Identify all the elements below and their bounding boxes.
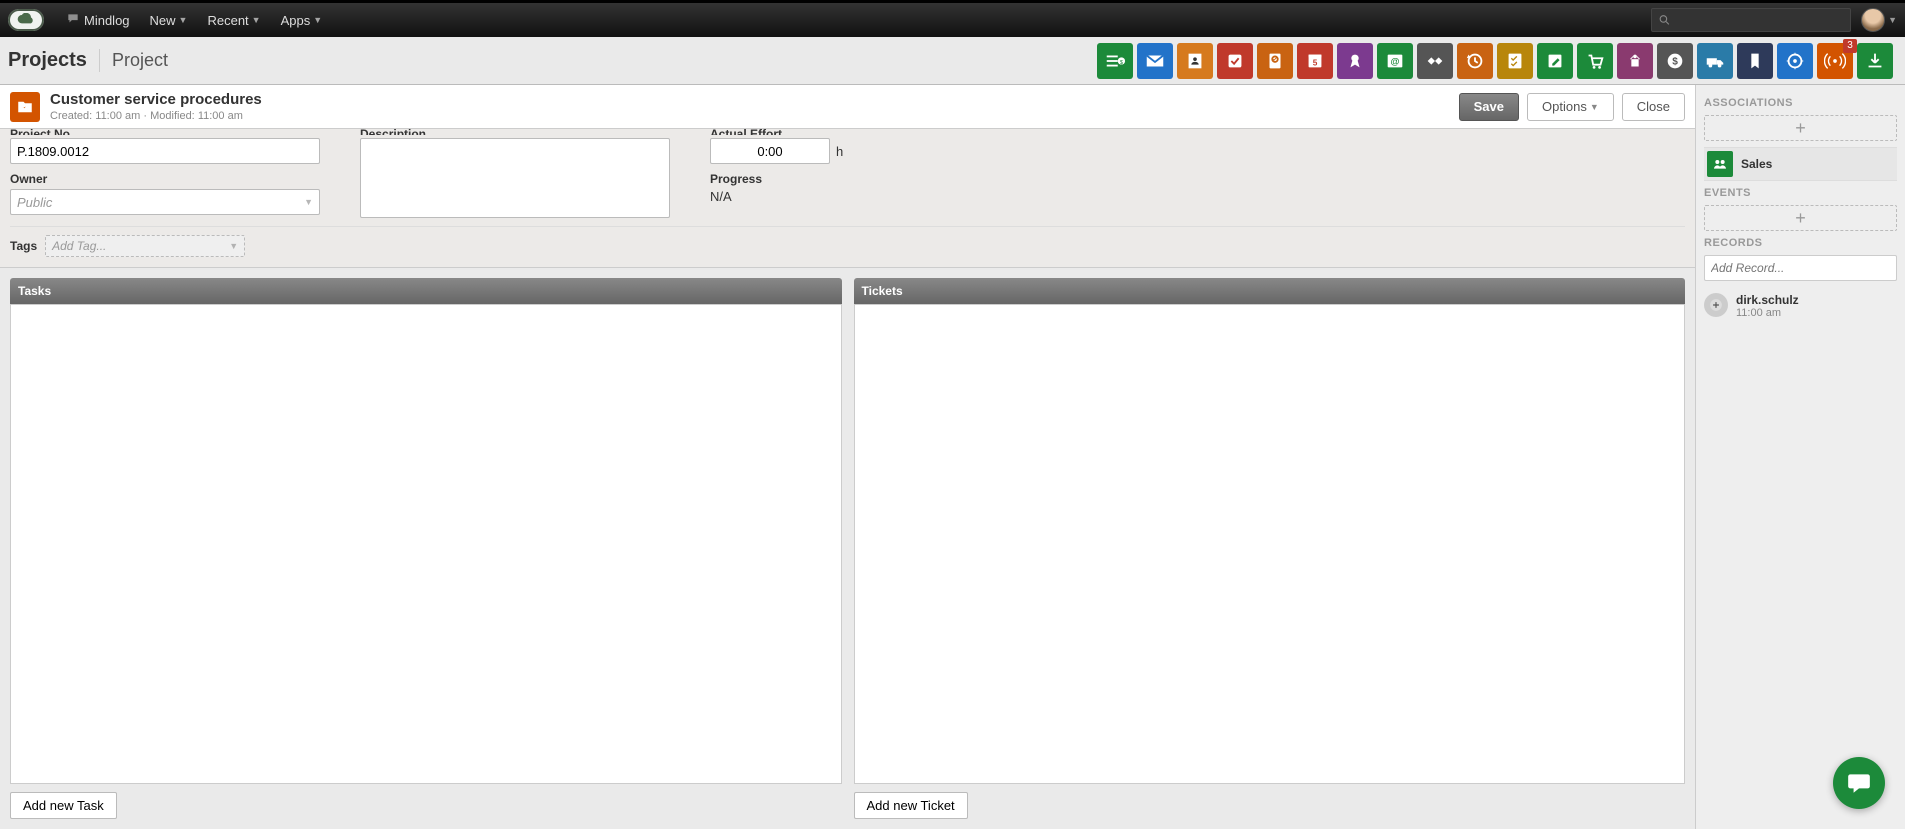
calendar-5-icon[interactable]: 5 [1297, 43, 1333, 79]
nav-mindlog-label: Mindlog [84, 13, 130, 28]
actual-effort-input[interactable] [710, 138, 830, 164]
project-no-input[interactable] [10, 138, 320, 164]
project-icon [10, 92, 40, 122]
associations-title: ASSOCIATIONS [1704, 97, 1897, 109]
description-input[interactable] [360, 138, 670, 218]
close-button[interactable]: Close [1622, 93, 1685, 121]
events-add[interactable]: + [1704, 205, 1897, 231]
nav-mindlog[interactable]: Mindlog [56, 2, 140, 39]
truck-icon[interactable] [1697, 43, 1733, 79]
progress-label: Progress [710, 172, 970, 186]
nav-new-label: New [150, 13, 176, 28]
breadcrumb-root[interactable]: Projects [8, 49, 100, 72]
breadcrumb-current: Project [100, 50, 168, 71]
chevron-down-icon: ▼ [304, 197, 313, 207]
svg-text:5: 5 [1313, 58, 1318, 67]
handshake-icon[interactable] [1417, 43, 1453, 79]
project-no-label: Project No. [10, 127, 320, 135]
actual-effort-label: Actual Effort [710, 127, 970, 135]
chevron-down-icon: ▼ [313, 15, 322, 25]
options-button[interactable]: Options ▼ [1527, 93, 1614, 121]
add-task-button[interactable]: Add new Task [10, 792, 117, 819]
chevron-down-icon: ▼ [1888, 15, 1897, 25]
recycle-icon[interactable] [1777, 43, 1813, 79]
tasks-panel: Tasks Add new Task [10, 278, 842, 819]
owner-label: Owner [10, 172, 320, 186]
nav-new[interactable]: New▼ [140, 2, 198, 39]
description-label: Description [360, 127, 670, 135]
award-icon[interactable] [1337, 43, 1373, 79]
associations-add[interactable]: + [1704, 115, 1897, 141]
project-title: Customer service procedures [50, 91, 1451, 108]
tags-add[interactable]: Add Tag... ▼ [45, 235, 245, 257]
cart-icon[interactable] [1577, 43, 1613, 79]
owner-select[interactable]: Public ▼ [10, 189, 320, 215]
tickets-panel: Tickets Add new Ticket [854, 278, 1686, 819]
svg-text:$: $ [1120, 59, 1123, 65]
record-avatar [1704, 293, 1728, 317]
chevron-down-icon: ▼ [229, 241, 238, 251]
notification-badge: 3 [1843, 39, 1857, 53]
events-title: EVENTS [1704, 187, 1897, 199]
mail-icon[interactable] [1137, 43, 1173, 79]
add-ticket-button[interactable]: Add new Ticket [854, 792, 968, 819]
nav-apps[interactable]: Apps▼ [271, 2, 333, 39]
check-icon[interactable] [1217, 43, 1253, 79]
record-item[interactable]: dirk.schulz11:00 am [1704, 289, 1897, 323]
svg-text:$: $ [1672, 56, 1678, 67]
owner-value: Public [17, 195, 52, 210]
nav-apps-label: Apps [281, 13, 311, 28]
tickets-panel-title: Tickets [854, 278, 1686, 304]
broadcast-icon[interactable]: 3 [1817, 43, 1853, 79]
at-list-icon[interactable]: @ [1377, 43, 1413, 79]
records-add-input[interactable] [1704, 255, 1897, 281]
chevron-down-icon: ▼ [179, 15, 188, 25]
app-logo[interactable] [8, 9, 44, 31]
contacts-icon[interactable] [1177, 43, 1213, 79]
association-item[interactable]: Sales [1704, 147, 1897, 181]
tickets-panel-body [854, 304, 1686, 784]
nav-recent-label: Recent [207, 13, 248, 28]
checklist-icon[interactable] [1497, 43, 1533, 79]
tasks-panel-body [10, 304, 842, 784]
record-name: dirk.schulz [1736, 293, 1799, 307]
download-icon[interactable] [1857, 43, 1893, 79]
money-list-icon[interactable]: $ [1097, 43, 1133, 79]
tags-label: Tags [10, 239, 37, 253]
history-icon[interactable] [1457, 43, 1493, 79]
user-menu[interactable]: ▼ [1861, 8, 1897, 32]
speech-icon [66, 12, 80, 29]
records-title: RECORDS [1704, 237, 1897, 249]
user-avatar [1861, 8, 1885, 32]
chevron-down-icon: ▼ [252, 15, 261, 25]
podium-icon[interactable] [1617, 43, 1653, 79]
chevron-down-icon: ▼ [1590, 102, 1599, 112]
nav-recent[interactable]: Recent ▼ [197, 2, 270, 39]
group-icon [1707, 151, 1733, 177]
association-label: Sales [1741, 157, 1772, 171]
chat-fab[interactable] [1833, 757, 1885, 809]
svg-text:@: @ [1391, 56, 1400, 66]
project-meta: Created: 11:00 am · Modified: 11:00 am [50, 110, 1451, 122]
badge-check-icon[interactable] [1257, 43, 1293, 79]
dollar-circle-icon[interactable]: $ [1657, 43, 1693, 79]
global-search-input[interactable] [1671, 12, 1844, 29]
progress-value: N/A [710, 189, 970, 204]
save-button[interactable]: Save [1459, 93, 1519, 121]
record-time: 11:00 am [1736, 307, 1799, 319]
search-icon [1658, 13, 1671, 27]
bookmark-icon[interactable] [1737, 43, 1773, 79]
edit-icon[interactable] [1537, 43, 1573, 79]
global-search[interactable] [1651, 8, 1851, 32]
tags-placeholder: Add Tag... [52, 239, 106, 253]
tasks-panel-title: Tasks [10, 278, 842, 304]
actual-effort-unit: h [836, 144, 843, 159]
